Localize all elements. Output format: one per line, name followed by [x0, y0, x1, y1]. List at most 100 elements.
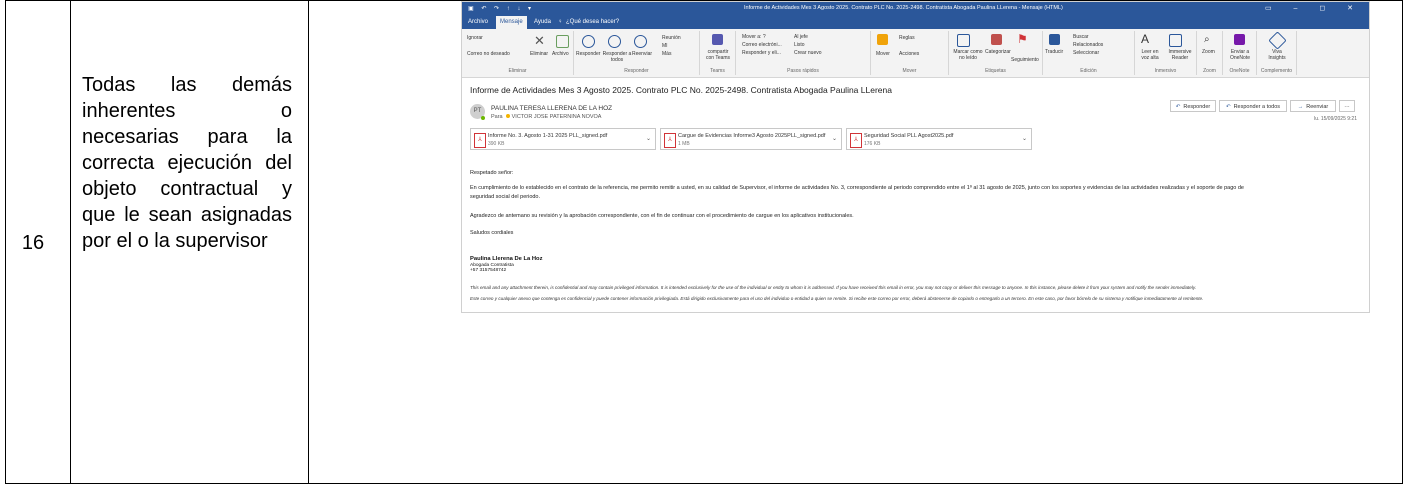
presence-dot-icon — [505, 114, 510, 118]
move-icon — [877, 34, 888, 45]
quick-step-5[interactable]: Listo — [794, 42, 805, 48]
quick-step-3[interactable]: Responder y eli... — [742, 50, 781, 56]
immersive-reader-icon — [1169, 34, 1182, 47]
quick-step-6[interactable]: Crear nuevo — [794, 50, 822, 56]
mark-unread-button[interactable]: Marcar como no leído — [951, 49, 985, 61]
message-subject: Informe de Actividades Mes 3 Agosto 2025… — [470, 85, 892, 95]
meeting-button[interactable]: Reunión — [662, 35, 681, 41]
reply-action-button[interactable]: ↶ Responder — [1170, 100, 1216, 112]
flag-icon: ⚑ — [1017, 32, 1028, 46]
junk-button[interactable]: Correo no deseado — [467, 51, 510, 57]
quick-step-1[interactable]: Mover a: ? — [742, 34, 766, 40]
select-button[interactable]: Seleccionar — [1073, 50, 1099, 56]
recipient-line: Para VICTOR JOSE PATERNINA NOVOA — [491, 114, 601, 120]
recipient-name[interactable]: VICTOR JOSE PATERNINA NOVOA — [512, 114, 602, 120]
actions-button[interactable]: Acciones — [899, 51, 919, 57]
share-teams-button[interactable]: compartir con Teams — [703, 49, 733, 61]
tell-me-input[interactable]: ¿Qué desea hacer? — [566, 19, 619, 25]
reply-all-action-button[interactable]: ↶ Responder a todos — [1219, 100, 1287, 112]
viva-insights-button[interactable]: Viva Insights — [1263, 49, 1291, 61]
more-button[interactable]: Más — [662, 51, 671, 57]
send-onenote-button[interactable]: Enviar a OneNote — [1225, 49, 1255, 61]
envelope-icon — [957, 34, 970, 47]
viva-insights-icon — [1268, 31, 1287, 50]
ribbon-group-edicion: Traducir Buscar Relacionados Seleccionar… — [1043, 31, 1135, 75]
ribbon-group-complemento: Viva Insights Complemento — [1257, 31, 1297, 75]
outlook-message-screenshot: ▣ ↶ ↷ ↑ ↓ ▾ Informe de Actividades Mes 3… — [462, 2, 1369, 312]
window-title: Informe de Actividades Mes 3 Agosto 2025… — [744, 5, 1063, 11]
reply-arrow-icon: ↶ — [1175, 104, 1181, 110]
teams-icon — [712, 34, 723, 45]
chevron-down-icon[interactable]: ⌄ — [646, 135, 651, 142]
read-aloud-button[interactable]: Leer en voz alta — [1137, 49, 1163, 61]
attachment-3[interactable]: ⅄ Seguridad Social PLL Agost2025.pdf 176… — [846, 128, 1032, 150]
ribbon-group-mover: Mover Reglas Acciones Mover — [871, 31, 949, 75]
ignore-button[interactable]: Ignorar — [467, 35, 483, 41]
menu-ayuda[interactable]: Ayuda — [534, 19, 551, 25]
move-button[interactable]: Mover — [876, 51, 890, 57]
zoom-button[interactable]: Zoom — [1202, 49, 1215, 55]
group-label: Etiquetas — [985, 68, 1006, 74]
reply-all-arrow-icon: ↶ — [1225, 104, 1231, 110]
quick-access-toolbar[interactable]: ▣ ↶ ↷ ↑ ↓ ▾ — [468, 5, 534, 12]
ribbon-group-responder: Responder Responder a todos Reenviar Reu… — [574, 31, 700, 75]
presence-indicator — [481, 116, 485, 120]
reply-all-icon — [608, 35, 621, 48]
delete-button[interactable]: Eliminar — [530, 51, 548, 57]
related-button[interactable]: Relacionados — [1073, 42, 1103, 48]
find-button[interactable]: Buscar — [1073, 34, 1089, 40]
attachment-name: Seguridad Social PLL Agost2025.pdf — [864, 133, 954, 139]
group-label: Edición — [1080, 68, 1097, 74]
forward-button[interactable]: Reenviar — [632, 51, 652, 57]
sender-name[interactable]: PAULINA TERESA LLERENA DE LA HOZ — [491, 105, 612, 112]
ribbon-group-etiquetas: ⚑ Marcar como no leído Categorizar Segui… — [949, 31, 1043, 75]
archive-button[interactable]: Archivo — [552, 51, 569, 57]
rules-button[interactable]: Reglas — [899, 35, 915, 41]
chevron-down-icon[interactable]: ⌄ — [832, 135, 837, 142]
to-label: Para — [491, 114, 503, 120]
pdf-icon: ⅄ — [850, 133, 862, 148]
forward-arrow-icon: → — [1297, 104, 1304, 110]
magnifier-icon: ⌕ — [1204, 34, 1210, 45]
forward-action-button[interactable]: → Reenviar — [1290, 100, 1336, 112]
onenote-icon — [1234, 34, 1245, 45]
ribbon-group-eliminar: Ignorar Correo no deseado ✕ Eliminar Arc… — [462, 31, 574, 75]
body-closing: Saludos cordiales — [470, 230, 514, 236]
attachment-2[interactable]: ⅄ Cargue de Evidencias Informe3 Agosto 2… — [660, 128, 842, 150]
group-label: OneNote — [1229, 68, 1250, 74]
quick-step-4[interactable]: Al jefe — [794, 34, 808, 40]
reply-icon — [582, 35, 595, 48]
window-controls[interactable]: ▭ – ◻ ✕ — [1265, 4, 1363, 12]
signature-name: Paulina Llerena De La Hoz — [470, 256, 543, 262]
reply-button[interactable]: Responder — [576, 51, 600, 57]
reply-all-button[interactable]: Responder a todos — [602, 51, 632, 63]
read-aloud-icon: A — [1141, 32, 1150, 46]
disclaimer-english: This email and any attachment therein, i… — [470, 285, 1197, 290]
menu-archivo[interactable]: Archivo — [468, 19, 488, 25]
pdf-icon: ⅄ — [474, 133, 486, 148]
group-label: Complemento — [1260, 68, 1293, 74]
lightbulb-icon: ♀ — [558, 19, 563, 25]
attachment-1[interactable]: ⅄ Informe No. 3. Agosto 1-31 2025 PLL_si… — [470, 128, 656, 150]
attachment-size: 390 KB — [488, 141, 505, 147]
im-button[interactable]: MI — [662, 43, 668, 49]
obligation-description: Todas las demás inherentes o necesarias … — [82, 74, 292, 252]
translate-icon — [1049, 34, 1060, 45]
translate-button[interactable]: Traducir — [1045, 49, 1063, 55]
body-paragraph-1-line-1: En cumplimiento de lo establecido en el … — [470, 185, 1244, 191]
quick-step-2[interactable]: Correo electróni... — [742, 42, 782, 48]
follow-up-button[interactable]: Seguimiento — [1011, 57, 1039, 63]
immersive-reader-button[interactable]: Immersive Reader — [1165, 49, 1195, 61]
attachment-size: 1 MB — [678, 141, 690, 147]
body-paragraph-2: Agradezco de antemano su revisión y la a… — [470, 213, 854, 219]
ribbon: Ignorar Correo no deseado ✕ Eliminar Arc… — [462, 29, 1369, 78]
forward-icon — [634, 35, 647, 48]
pdf-icon: ⅄ — [664, 133, 676, 148]
categorize-button[interactable]: Categorizar — [985, 49, 1011, 55]
menu-mensaje[interactable]: Mensaje — [496, 16, 527, 29]
chevron-down-icon[interactable]: ⌄ — [1022, 135, 1027, 142]
ribbon-group-onenote: Enviar a OneNote OneNote — [1223, 31, 1257, 75]
more-actions-button[interactable]: ··· — [1339, 100, 1355, 112]
body-greeting: Respetado señor: — [470, 170, 514, 176]
group-label: Zoom — [1203, 68, 1216, 74]
